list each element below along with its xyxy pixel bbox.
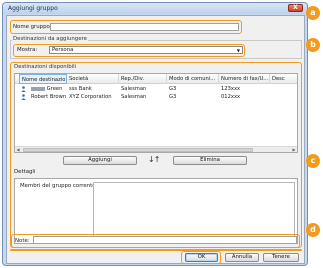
redacted-text (31, 86, 45, 91)
chevron-down-icon: ▼ (236, 48, 240, 53)
number-cell: 123xxx (221, 86, 241, 92)
column-header[interactable]: Nome destinazio... (19, 74, 67, 84)
horizontal-scrollbar[interactable]: ◀ ▶ (15, 146, 297, 152)
close-button[interactable]: X (288, 4, 303, 12)
company-cell: XYZ Corporation (69, 94, 112, 100)
close-icon: X (293, 4, 298, 11)
destinations-table: Nome destinazio... Società Rep./Div. Mod… (14, 73, 298, 153)
move-arrows-icon: ↓↑ (148, 155, 160, 164)
members-list[interactable] (93, 182, 295, 240)
column-header[interactable]: Modo di comuni... (167, 74, 219, 84)
person-icon (21, 86, 26, 92)
mode-cell: G3 (169, 94, 177, 100)
column-header[interactable]: Società (67, 74, 119, 84)
members-label: Membri del gruppo corrente: (20, 183, 98, 189)
group-name-label: Nome gruppo: (13, 24, 52, 30)
dialog-window: Aggiungi gruppo X Nome gruppo: Destinazi… (2, 2, 308, 266)
scroll-left-icon[interactable]: ◀ (15, 147, 21, 152)
column-header[interactable]: Numero di fax/U... (219, 74, 270, 84)
company-cell: sss Bank (69, 86, 92, 92)
column-header[interactable]: Desc (270, 74, 297, 84)
name-cell: Green (29, 85, 67, 93)
table-row[interactable]: Green sss Bank Salesman G3 123xxx (15, 85, 297, 93)
dialog-body: Nome gruppo: Destinazioni da aggiungere … (6, 15, 305, 264)
note-input[interactable] (33, 236, 297, 244)
show-select[interactable]: Persona ▼ (49, 46, 243, 54)
group-name-input[interactable] (50, 23, 239, 31)
window-title: Aggiungi gruppo (8, 5, 58, 12)
callout-badge-a: a (306, 6, 320, 20)
add-button[interactable]: Aggiungi (63, 156, 137, 165)
available-title: Destinazioni disponibili (13, 64, 78, 70)
destinations-to-add-title: Destinazioni da aggiungere (12, 36, 88, 42)
table-row[interactable]: Robert Brown XYZ Corporation Salesman G3… (15, 93, 297, 101)
column-header[interactable]: Rep./Div. (119, 74, 167, 84)
person-icon (21, 94, 26, 100)
callout-badge-c: c (306, 154, 320, 168)
name-cell: Robert Brown (31, 94, 67, 100)
table-header: Nome destinazio... Società Rep./Div. Mod… (15, 74, 297, 84)
callout-badge-d: d (306, 223, 320, 237)
dept-cell: Salesman (121, 86, 147, 92)
show-select-value: Persona (52, 47, 74, 53)
show-label: Mostra: (17, 47, 38, 53)
apply-button[interactable]: Tenere (263, 253, 299, 262)
title-bar[interactable]: Aggiungi gruppo X (3, 3, 307, 14)
scroll-thumb[interactable] (23, 148, 253, 152)
ok-button[interactable]: OK (185, 253, 218, 262)
details-title: Dettagli (14, 169, 36, 175)
scroll-right-icon[interactable]: ▶ (291, 147, 297, 152)
mode-cell: G3 (169, 86, 177, 92)
number-cell: 012xxx (221, 94, 241, 100)
highlight-note-spacer (10, 249, 302, 251)
callout-badge-b: b (306, 38, 320, 52)
dept-cell: Salesman (121, 94, 147, 100)
cancel-button[interactable]: Annulla (225, 253, 259, 262)
remove-button[interactable]: Elimina (173, 156, 247, 165)
